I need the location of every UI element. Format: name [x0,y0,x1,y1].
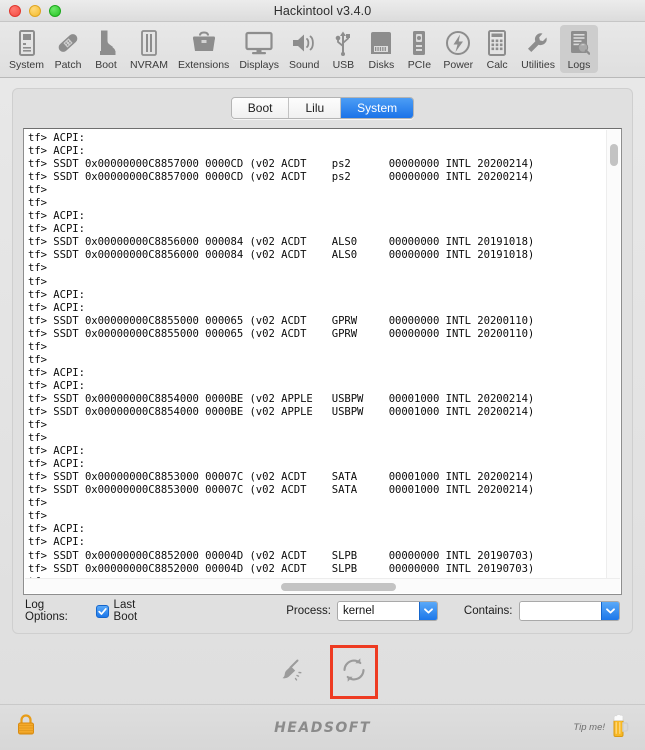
refresh-icon [339,655,369,690]
footer-bar: HEADSOFT Tip me! [0,704,645,750]
lock-icon[interactable] [16,713,36,742]
toolbar-label: Utilities [521,59,555,71]
title-bar: Hackintool v3.4.0 [0,0,645,22]
toolbar-item-system[interactable]: System [4,25,49,73]
toolbar-label: USB [332,59,355,71]
chevron-down-icon[interactable] [600,602,619,620]
last-boot-checkbox-row[interactable]: Last Boot [95,599,160,623]
logs-panel: Boot Lilu System tf> ACPI: tf> ACPI: tf>… [12,88,633,634]
contains-input[interactable] [519,602,601,620]
log-output-box[interactable]: tf> ACPI: tf> ACPI: tf> SSDT 0x00000000C… [23,128,622,595]
toolbar-item-usb[interactable]: USB [324,25,362,73]
beer-mug-icon [611,713,629,742]
log-source-tabs: Boot Lilu System [23,97,622,119]
computer-tower-icon [17,28,37,58]
tab-lilu[interactable]: Lilu [289,98,342,118]
wrench-icon [525,28,551,58]
toolbar-item-patch[interactable]: Patch [49,25,87,73]
contains-combobox[interactable] [518,601,620,621]
toolbar-item-power[interactable]: Power [438,25,478,73]
toolbar-item-boot[interactable]: Boot [87,25,125,73]
horizontal-scrollbar-thumb[interactable] [280,583,396,591]
log-search-icon [568,28,590,58]
toolbar-label: Calc [486,59,508,71]
bandage-icon [55,28,81,58]
toolbox-icon [191,28,217,58]
vertical-scrollbar[interactable] [606,130,620,578]
process-combobox[interactable]: kernel [336,601,439,621]
toolbar-label: Power [443,59,474,71]
window-title: Hackintool v3.4.0 [273,3,372,18]
toolbar-label: Boot [95,59,117,71]
last-boot-checkbox[interactable] [95,604,109,618]
harddisk-icon [369,28,393,58]
toolbar-item-logs[interactable]: Logs [559,25,598,73]
broom-icon [277,655,307,690]
toolbar-item-disks[interactable]: Disks [362,25,400,73]
refresh-button[interactable] [329,645,378,699]
action-buttons [12,640,633,704]
tab-boot[interactable]: Boot [231,98,290,118]
toolbar-label: PCIe [407,59,432,71]
last-boot-label: Last Boot [113,599,138,623]
chevron-down-icon[interactable] [419,602,438,620]
toolbar-item-extensions[interactable]: Extensions [173,25,234,73]
toolbar-label: Patch [54,59,82,71]
toolbar-label: Sound [289,59,320,71]
toolbar-label: Disks [368,59,395,71]
process-label: Process: [286,605,331,617]
tip-me-label: Tip me! [573,722,605,733]
log-options-label: Log Options: [25,599,68,623]
log-options-row: Log Options: Last Boot Process: kernel C [23,595,622,623]
pcie-card-icon [410,28,428,58]
boot-icon [95,28,117,58]
usb-icon [333,28,353,58]
monitor-icon [245,28,273,58]
toolbar-label: System [9,59,45,71]
process-value[interactable]: kernel [337,602,420,620]
toolbar-item-sound[interactable]: Sound [284,25,324,73]
toolbar-label: Logs [567,59,591,71]
memory-chip-icon [140,28,158,58]
toolbar-label: NVRAM [130,59,168,71]
tab-system[interactable]: System [341,98,414,118]
speaker-icon [291,28,317,58]
toolbar-item-pcie[interactable]: PCIe [400,25,438,73]
contains-label: Contains: [463,605,513,617]
vertical-scrollbar-thumb[interactable] [610,144,618,166]
power-bolt-icon [445,28,471,58]
log-text: tf> ACPI: tf> ACPI: tf> SSDT 0x00000000C… [28,132,535,588]
app-window: Hackintool v3.4.0 System Patch Boot NVRA… [0,0,645,750]
toolbar-item-utilities[interactable]: Utilities [516,25,560,73]
calculator-icon [487,28,507,58]
horizontal-scrollbar[interactable] [25,578,620,593]
toolbar-item-displays[interactable]: Displays [234,25,284,73]
toolbar-label: Extensions [177,59,230,71]
main-toolbar: System Patch Boot NVRAM Extensions Displ… [0,22,645,78]
brand-logo: HEADSOFT [274,719,371,736]
toolbar-label: Displays [239,59,279,71]
content-area: Boot Lilu System tf> ACPI: tf> ACPI: tf>… [0,78,645,704]
toolbar-item-calc[interactable]: Calc [478,25,516,73]
segmented-control: Boot Lilu System [230,97,415,119]
tip-me-button[interactable]: Tip me! [573,713,629,742]
toolbar-item-nvram[interactable]: NVRAM [125,25,173,73]
clear-log-button[interactable] [270,647,314,697]
